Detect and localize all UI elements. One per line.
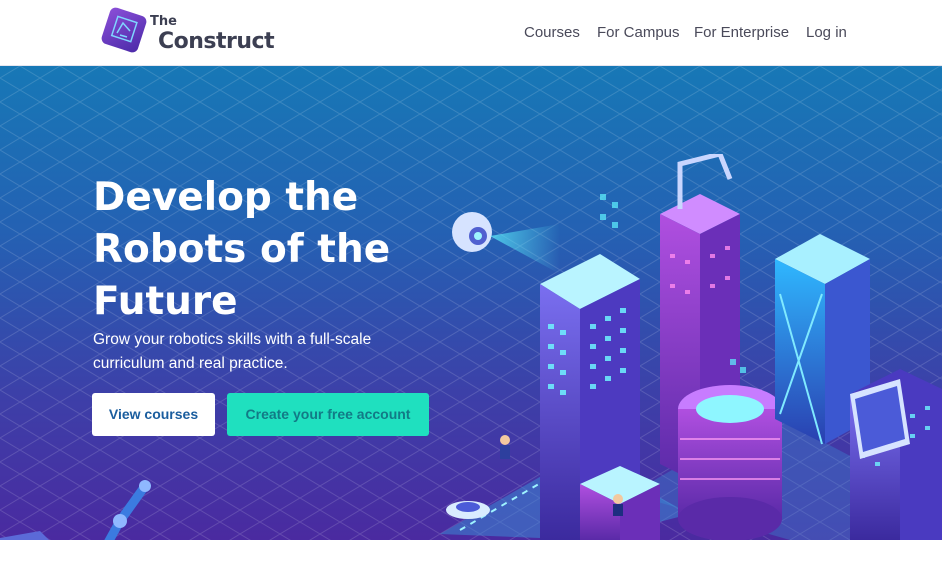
create-account-button[interactable]: Create your free account — [227, 393, 429, 436]
robot-city-illustration — [440, 154, 942, 540]
logo-link[interactable]: The Construct — [96, 5, 276, 61]
logo-mark-icon — [101, 7, 147, 53]
nav-log-in[interactable]: Log in — [806, 24, 847, 41]
logo-text-large: Construct — [158, 29, 275, 54]
nav-courses[interactable]: Courses — [524, 24, 580, 41]
hero-subheadline: Grow your robotics skills with a full-sc… — [93, 331, 372, 372]
logo-text-small: The — [150, 14, 177, 29]
site-header: The Construct Courses For Campus For Ent… — [0, 0, 942, 66]
nav-for-enterprise[interactable]: For Enterprise — [694, 24, 789, 41]
hero-headline: Develop the Robots of the Future — [93, 175, 391, 324]
nav-for-campus[interactable]: For Campus — [597, 24, 680, 41]
hero-section: Develop the Robots of the Future Grow yo… — [0, 66, 942, 540]
view-courses-button[interactable]: View courses — [92, 393, 215, 436]
section-divider — [0, 540, 942, 561]
